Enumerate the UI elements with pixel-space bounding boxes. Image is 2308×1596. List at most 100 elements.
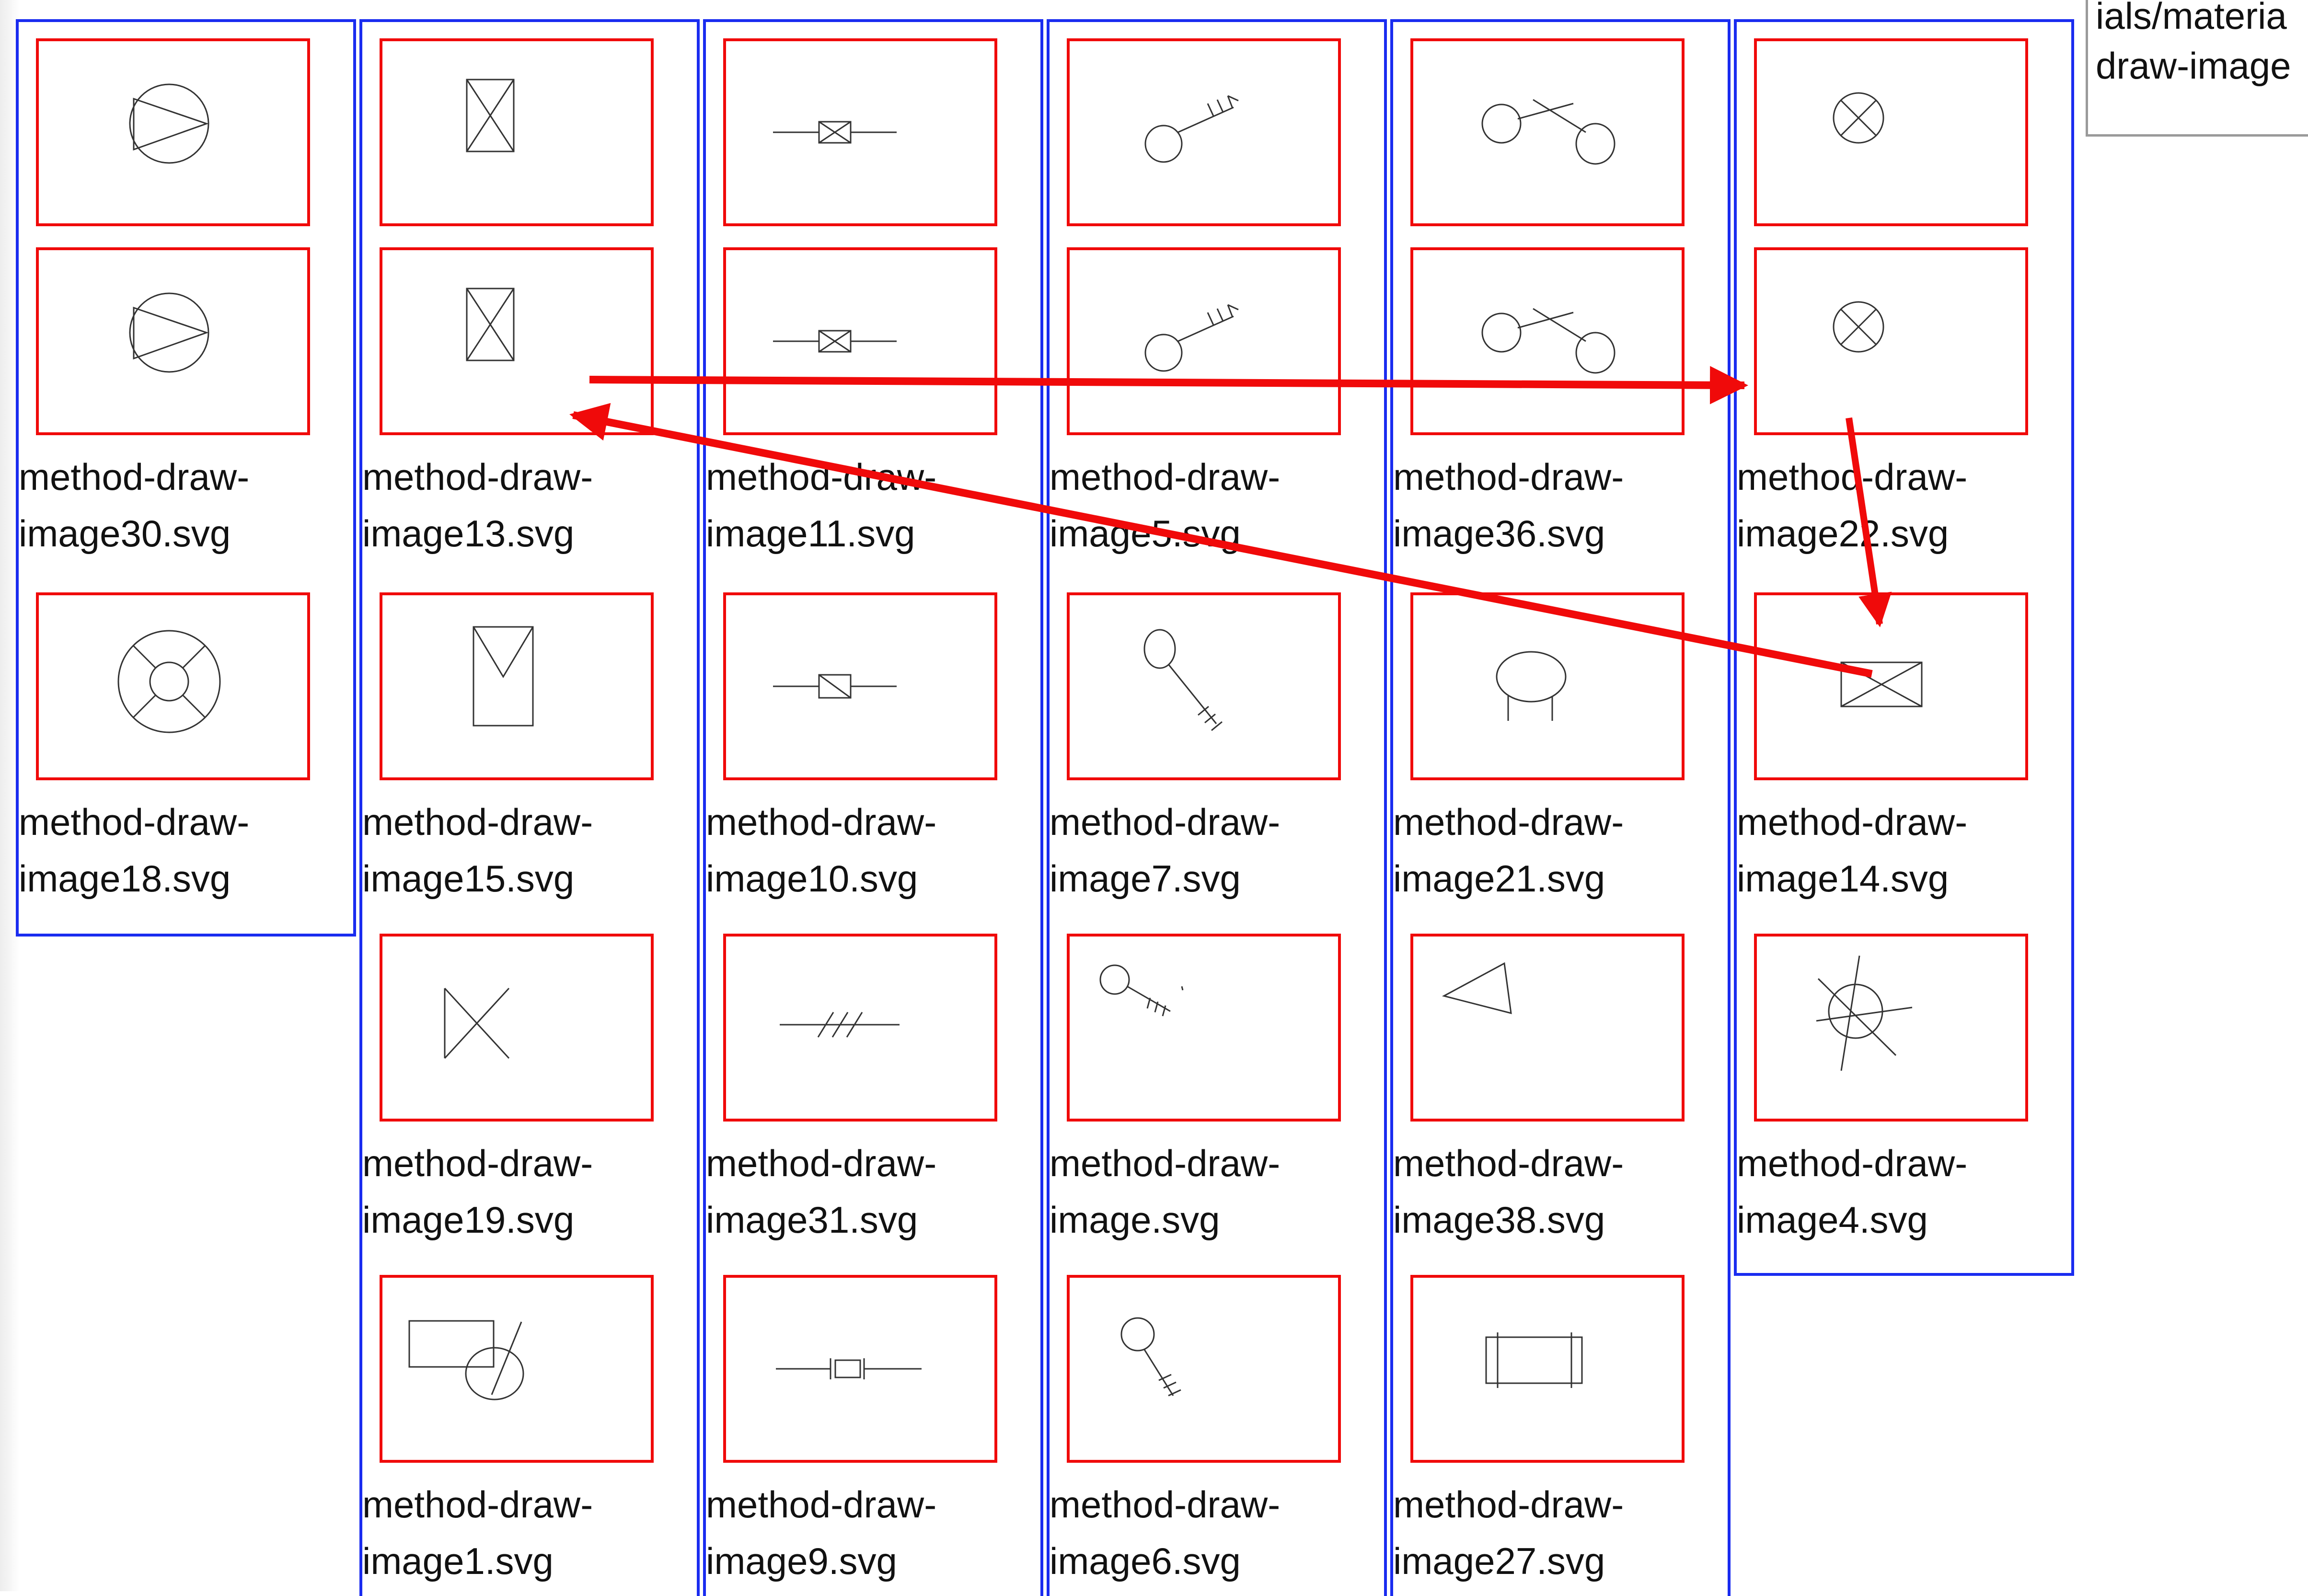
column-4: method-draw- image5.svg method-draw- ima… (1047, 19, 1387, 1596)
inline-crossed-box-icon (773, 121, 897, 144)
file-name-line-1: method-draw- (19, 456, 250, 498)
triangle-icon (1442, 962, 1512, 1015)
triangle-in-circle-icon (129, 83, 209, 164)
envelope-box-icon (1840, 661, 1923, 707)
key-up-icon (1144, 95, 1239, 163)
column-3: method-draw- image11.svg method-draw- im… (703, 19, 1043, 1596)
thumbnail[interactable] (1410, 934, 1685, 1122)
thumbnail[interactable] (1754, 247, 2028, 435)
file-name-line-2: image4.svg (1737, 1199, 1928, 1241)
file-name-line-1: method-draw- (362, 456, 593, 498)
file-name-line-1: method-draw- (1393, 801, 1624, 843)
thumbnail[interactable] (723, 934, 997, 1122)
thumbnail[interactable] (723, 247, 997, 435)
file-name-line-1: method-draw- (1050, 1142, 1281, 1184)
thumbnail[interactable] (1067, 38, 1341, 226)
file-name-line-2: image27.svg (1393, 1540, 1605, 1582)
file-name-line-2: image1.svg (362, 1540, 554, 1582)
file-name-line-1: method-draw- (1050, 456, 1281, 498)
file-name-line-1: method-draw- (706, 1483, 937, 1526)
two-circles-cross-icon (1481, 99, 1616, 165)
file-name-line-1: method-draw- (1737, 1142, 1968, 1184)
file-name-line-1: method-draw- (362, 1483, 593, 1526)
thumbnail[interactable] (380, 38, 654, 226)
file-name-line-2: image22.svg (1737, 512, 1949, 555)
inline-crossed-box-icon (773, 330, 897, 353)
file-name-line-2: image31.svg (706, 1199, 918, 1241)
circle-x-icon (1833, 92, 1884, 144)
thumbnail[interactable] (1067, 1275, 1341, 1463)
file-name-line-1: method-draw- (706, 456, 937, 498)
hatched-line-icon (780, 1012, 900, 1038)
thumbnail[interactable] (1410, 1275, 1685, 1463)
file-name-line-1: method-draw- (362, 801, 593, 843)
file-name-line-1: method-draw- (706, 1142, 937, 1184)
key-side-icon (1099, 964, 1184, 1017)
file-name-line-2: image38.svg (1393, 1199, 1605, 1241)
inline-capacitor-icon (776, 1358, 922, 1379)
thumbnail[interactable] (1754, 38, 2028, 226)
key-vertical-icon (1120, 1317, 1181, 1397)
thumbnail[interactable] (1754, 592, 2028, 780)
thumbnail[interactable] (723, 592, 997, 780)
thumbnail[interactable] (1067, 934, 1341, 1122)
thumbnail[interactable] (1410, 592, 1685, 780)
file-name-line-2: image11.svg (706, 512, 915, 555)
file-name-line-1: method-draw- (1737, 456, 1968, 498)
column-6: method-draw- image22.svg method-draw- im… (1734, 19, 2074, 1276)
ellipse-legs-icon (1496, 651, 1567, 721)
path-line-2: draw-image (2096, 45, 2291, 87)
thumbnail[interactable] (723, 38, 997, 226)
thumbnail[interactable] (1067, 247, 1341, 435)
thumbnail[interactable] (1410, 38, 1685, 226)
path-tooltip: ials/materia draw-image (2086, 0, 2308, 137)
file-name-line-2: image13.svg (362, 512, 575, 555)
inline-small-box-icon (773, 674, 897, 699)
thumbnail[interactable] (380, 592, 654, 780)
file-name-line-1: method-draw- (706, 801, 937, 843)
triangle-in-circle-icon (129, 292, 209, 373)
two-circles-cross-icon (1481, 308, 1616, 374)
key-up-icon (1144, 304, 1239, 372)
rectangle-bars-icon (1485, 1332, 1583, 1388)
thumbnail[interactable] (1067, 592, 1341, 780)
file-name-line-1: method-draw- (1393, 456, 1624, 498)
file-name-line-2: image.svg (1050, 1199, 1220, 1241)
column-1: method-draw- image30.svg method-draw- im… (16, 19, 356, 937)
thumbnail[interactable] (380, 247, 654, 435)
file-name-line-2: image15.svg (362, 857, 575, 900)
file-name-line-2: image7.svg (1050, 857, 1241, 900)
file-name-line-2: image5.svg (1050, 512, 1241, 555)
file-name-line-1: method-draw- (362, 1142, 593, 1184)
key-down-icon (1143, 629, 1223, 731)
thumbnail[interactable] (380, 934, 654, 1122)
bowtie-cross-icon (444, 987, 510, 1059)
file-name-line-1: method-draw- (1393, 1142, 1624, 1184)
file-name-line-2: image6.svg (1050, 1540, 1241, 1582)
rectangle-v-icon (473, 626, 534, 727)
crossed-rectangle-icon (466, 79, 515, 152)
file-name-line-2: image10.svg (706, 857, 918, 900)
thumbnail[interactable] (723, 1275, 997, 1463)
file-name-line-1: method-draw- (19, 801, 250, 843)
thumbnail[interactable] (36, 592, 310, 780)
thumbnail[interactable] (36, 247, 310, 435)
column-5: method-draw- image36.svg method-draw- im… (1390, 19, 1731, 1596)
lifebuoy-circle-icon (117, 630, 221, 733)
thumbnail[interactable] (380, 1275, 654, 1463)
column-2: method-draw- image13.svg method-draw- im… (359, 19, 700, 1596)
thumbnail[interactable] (36, 38, 310, 226)
file-name-line-2: image18.svg (19, 857, 231, 900)
file-name-line-2: image36.svg (1393, 512, 1605, 555)
circle-burst-icon (1816, 955, 1913, 1071)
thumbnail[interactable] (1754, 934, 2028, 1122)
file-name-line-2: image14.svg (1737, 857, 1949, 900)
file-name-line-1: method-draw- (1393, 1483, 1624, 1526)
circle-x-icon (1833, 301, 1884, 353)
file-name-line-2: image19.svg (362, 1199, 575, 1241)
file-name-line-2: image9.svg (706, 1540, 897, 1582)
rect-circle-slash-icon (408, 1320, 524, 1400)
file-name-line-2: image21.svg (1393, 857, 1605, 900)
file-name-line-1: method-draw- (1737, 801, 1968, 843)
thumbnail[interactable] (1410, 247, 1685, 435)
